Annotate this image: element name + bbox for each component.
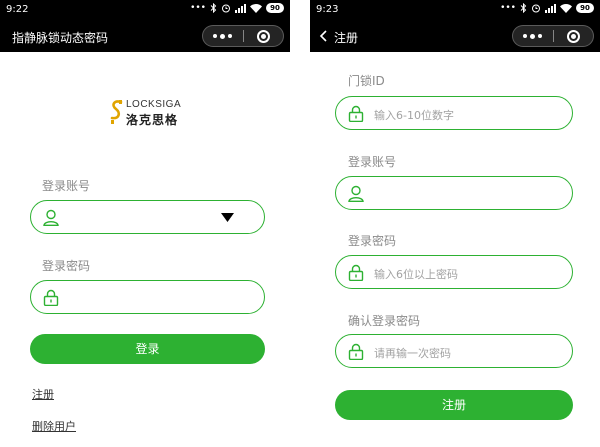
more-dot-icon (538, 34, 543, 38)
lock-icon (348, 105, 364, 122)
page-title: 指静脉锁动态密码 (12, 31, 109, 45)
status-bar: 9:22 ••• 90 (0, 0, 290, 20)
battery-indicator: 90 (576, 3, 594, 13)
lock-id-input[interactable]: 输入6-10位数字 (335, 96, 573, 130)
password-input[interactable] (30, 280, 265, 314)
status-bar: 9:23 ••• 90 (310, 0, 600, 20)
brand-logo: LOCKSIGA 洛克思格 (110, 97, 190, 129)
battery-indicator: 90 (266, 3, 284, 13)
back-chevron-icon[interactable] (317, 29, 331, 43)
user-icon (348, 185, 364, 202)
more-button[interactable] (203, 26, 243, 46)
status-dots: ••• (190, 3, 206, 13)
register-screen: 9:23 ••• 90 注册 门锁ID 输入6-10位数字 登录账号 登录密码 … (310, 0, 600, 447)
login-button[interactable]: 登录 (30, 334, 265, 364)
dropdown-triangle-icon[interactable] (221, 213, 234, 222)
more-dot-icon (228, 34, 233, 38)
brand-name-cn: 洛克思格 (126, 113, 179, 127)
account-select[interactable] (30, 200, 265, 234)
lock-icon (348, 264, 364, 281)
confirm-password-placeholder: 请再输一次密码 (374, 347, 451, 360)
user-icon (43, 209, 59, 226)
status-time: 9:23 (316, 4, 339, 15)
title-bar: 指静脉锁动态密码 (0, 20, 290, 52)
more-button[interactable] (513, 26, 553, 46)
password-label: 登录密码 (348, 234, 397, 248)
close-mini-program-button[interactable] (243, 26, 283, 46)
bluetooth-icon (520, 3, 527, 13)
status-icons: ••• 90 (190, 3, 284, 13)
status-time: 9:22 (6, 4, 29, 15)
password-label: 登录密码 (42, 259, 91, 273)
wifi-icon (560, 3, 572, 13)
target-icon (256, 29, 270, 43)
account-label: 登录账号 (42, 179, 91, 193)
lock-icon (43, 289, 59, 306)
lock-id-label: 门锁ID (348, 74, 385, 88)
close-mini-program-button[interactable] (553, 26, 593, 46)
lock-icon (348, 343, 364, 360)
mini-program-capsule (202, 25, 284, 47)
page-title: 注册 (334, 31, 359, 45)
more-dot-icon (530, 33, 536, 39)
signal-icon (545, 3, 556, 13)
register-button[interactable]: 注册 (335, 390, 573, 420)
account-input[interactable] (335, 176, 573, 210)
bluetooth-icon (210, 3, 217, 13)
status-icons: ••• 90 (500, 3, 594, 13)
title-bar: 注册 (310, 20, 600, 52)
confirm-password-label: 确认登录密码 (348, 314, 421, 328)
password-input[interactable]: 输入6位以上密码 (335, 255, 573, 289)
wifi-icon (250, 3, 262, 13)
status-dots: ••• (500, 3, 516, 13)
brand-name-en: LOCKSIGA (126, 99, 182, 110)
signal-icon (235, 3, 246, 13)
lock-id-placeholder: 输入6-10位数字 (374, 109, 454, 122)
alarm-icon (531, 3, 541, 13)
mini-program-capsule (512, 25, 594, 47)
register-link[interactable]: 注册 (32, 386, 54, 402)
target-icon (566, 29, 580, 43)
more-dot-icon (220, 33, 226, 39)
password-placeholder: 输入6位以上密码 (374, 268, 458, 281)
confirm-password-input[interactable]: 请再输一次密码 (335, 334, 573, 368)
more-dot-icon (523, 34, 528, 38)
account-label: 登录账号 (348, 155, 397, 169)
logo-mark-icon (110, 100, 123, 124)
delete-user-link[interactable]: 删除用户 (32, 418, 76, 434)
more-dot-icon (213, 34, 218, 38)
login-screen: 9:22 ••• 90 指静脉锁动态密码 LOCKSIGA 洛克思格 登录账号 … (0, 0, 290, 447)
alarm-icon (221, 3, 231, 13)
